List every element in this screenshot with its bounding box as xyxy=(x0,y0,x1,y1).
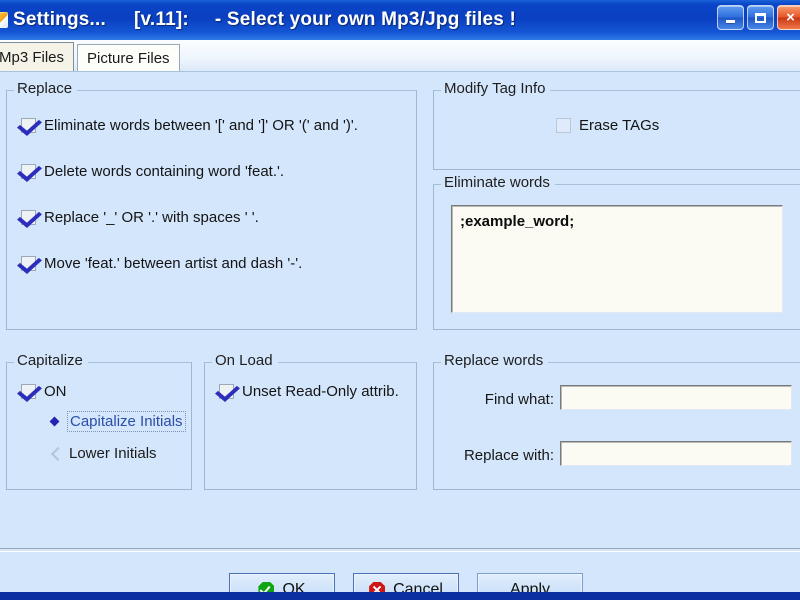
eliminate-words-group: Eliminate words ;example_word; xyxy=(433,174,800,330)
eliminate-words-textarea[interactable]: ;example_word; xyxy=(451,205,783,313)
check-circle-icon xyxy=(258,581,275,592)
checkbox-move-feat-label: Move 'feat.' between artist and dash '-'… xyxy=(44,255,303,272)
modify-tag-info-group-title: Modify Tag Info xyxy=(441,80,551,97)
checkbox-replace-underscore-dot[interactable]: Replace '_' OR '.' with spaces ' '. xyxy=(21,209,259,226)
ok-button[interactable]: OK xyxy=(229,573,335,598)
checkbox-replace-underscore-dot-label: Replace '_' OR '.' with spaces ' '. xyxy=(44,209,259,226)
radio-lower-initials-label: Lower Initials xyxy=(69,445,157,462)
minimize-button[interactable] xyxy=(717,5,744,30)
cancel-circle-icon xyxy=(369,581,386,592)
maximize-icon xyxy=(755,12,766,23)
checkbox-icon-checked xyxy=(21,210,36,225)
tab-picture-files[interactable]: Picture Files xyxy=(77,44,180,71)
checkbox-delete-feat-words[interactable]: Delete words containing word 'feat.'. xyxy=(21,163,284,180)
tab-strip: Mp3 Files Picture Files xyxy=(0,40,800,72)
ok-button-label: OK xyxy=(282,580,306,598)
checkbox-icon-checked xyxy=(21,118,36,133)
checkbox-unset-readonly[interactable]: Unset Read-Only attrib. xyxy=(219,383,399,400)
window-title-version: [v.11]: xyxy=(134,9,189,30)
radio-icon-unselected xyxy=(49,447,62,460)
close-button[interactable]: × xyxy=(777,5,800,30)
replace-group-title: Replace xyxy=(14,80,78,97)
replace-group: Replace Eliminate words between '[' and … xyxy=(6,80,417,330)
find-what-input[interactable] xyxy=(560,385,792,410)
footer-divider xyxy=(0,548,800,552)
checkbox-icon-checked xyxy=(21,164,36,179)
tab-mp3-files-label: Mp3 Files xyxy=(0,48,65,66)
radio-icon-selected xyxy=(49,415,62,428)
window-title: Settings... [v.11]: - Select your own Mp… xyxy=(13,9,516,31)
checkbox-delete-feat-words-label: Delete words containing word 'feat.'. xyxy=(44,163,285,180)
maximize-button[interactable] xyxy=(747,5,774,30)
checkbox-erase-tags[interactable]: Erase TAGs xyxy=(556,117,659,134)
window-controls: × xyxy=(717,5,800,30)
checkbox-erase-tags-label: Erase TAGs xyxy=(579,117,660,134)
on-load-group-title: On Load xyxy=(212,352,278,369)
replace-words-group-title: Replace words xyxy=(441,352,549,369)
checkbox-eliminate-bracket-words[interactable]: Eliminate words between '[' and ']' OR '… xyxy=(21,117,358,134)
eliminate-words-value: ;example_word; xyxy=(460,213,575,230)
find-what-label: Find what: xyxy=(484,391,554,408)
capitalize-group-title: Capitalize xyxy=(14,352,88,369)
cancel-button[interactable]: Cancel xyxy=(353,573,459,598)
eliminate-words-group-title: Eliminate words xyxy=(441,174,555,191)
checkbox-icon-checked xyxy=(21,384,36,399)
dialog-content: Replace Eliminate words between '[' and … xyxy=(0,72,800,592)
window-title-name: Settings... xyxy=(13,9,106,30)
checkbox-icon-unchecked xyxy=(556,118,571,133)
radio-capitalize-initials-label: Capitalize Initials xyxy=(67,411,186,432)
apply-button-label: Apply xyxy=(509,580,551,598)
title-bar: Settings... [v.11]: - Select your own Mp… xyxy=(0,0,800,40)
checkbox-eliminate-bracket-words-label: Eliminate words between '[' and ']' OR '… xyxy=(44,117,358,134)
capitalize-group: Capitalize ON Capitalize Initials Lower … xyxy=(6,352,192,490)
checkbox-icon-checked xyxy=(219,384,234,399)
on-load-group: On Load Unset Read-Only attrib. xyxy=(204,352,417,490)
modify-tag-info-group: Modify Tag Info Erase TAGs xyxy=(433,80,800,170)
replace-with-input[interactable] xyxy=(560,441,792,466)
tab-mp3-files[interactable]: Mp3 Files xyxy=(0,42,75,71)
checkbox-move-feat[interactable]: Move 'feat.' between artist and dash '-'… xyxy=(21,255,302,272)
app-icon xyxy=(0,12,8,28)
apply-button[interactable]: Apply xyxy=(477,573,583,598)
radio-lower-initials[interactable]: Lower Initials xyxy=(49,445,157,462)
cancel-button-label: Cancel xyxy=(393,580,443,598)
checkbox-unset-readonly-label: Unset Read-Only attrib. xyxy=(242,383,399,400)
checkbox-icon-checked xyxy=(21,256,36,271)
replace-with-label: Replace with: xyxy=(463,447,554,464)
replace-words-group: Replace words Find what: Replace with: xyxy=(433,352,800,490)
radio-capitalize-initials[interactable]: Capitalize Initials xyxy=(49,411,186,432)
checkbox-capitalize-on-label: ON xyxy=(44,383,67,400)
settings-dialog-window: Settings... [v.11]: - Select your own Mp… xyxy=(0,0,800,600)
minimize-icon xyxy=(726,19,735,23)
window-title-subtitle: - Select your own Mp3/Jpg files ! xyxy=(214,9,517,30)
tab-picture-files-label: Picture Files xyxy=(87,49,170,67)
checkbox-capitalize-on[interactable]: ON xyxy=(21,383,67,400)
close-icon: × xyxy=(786,9,795,26)
